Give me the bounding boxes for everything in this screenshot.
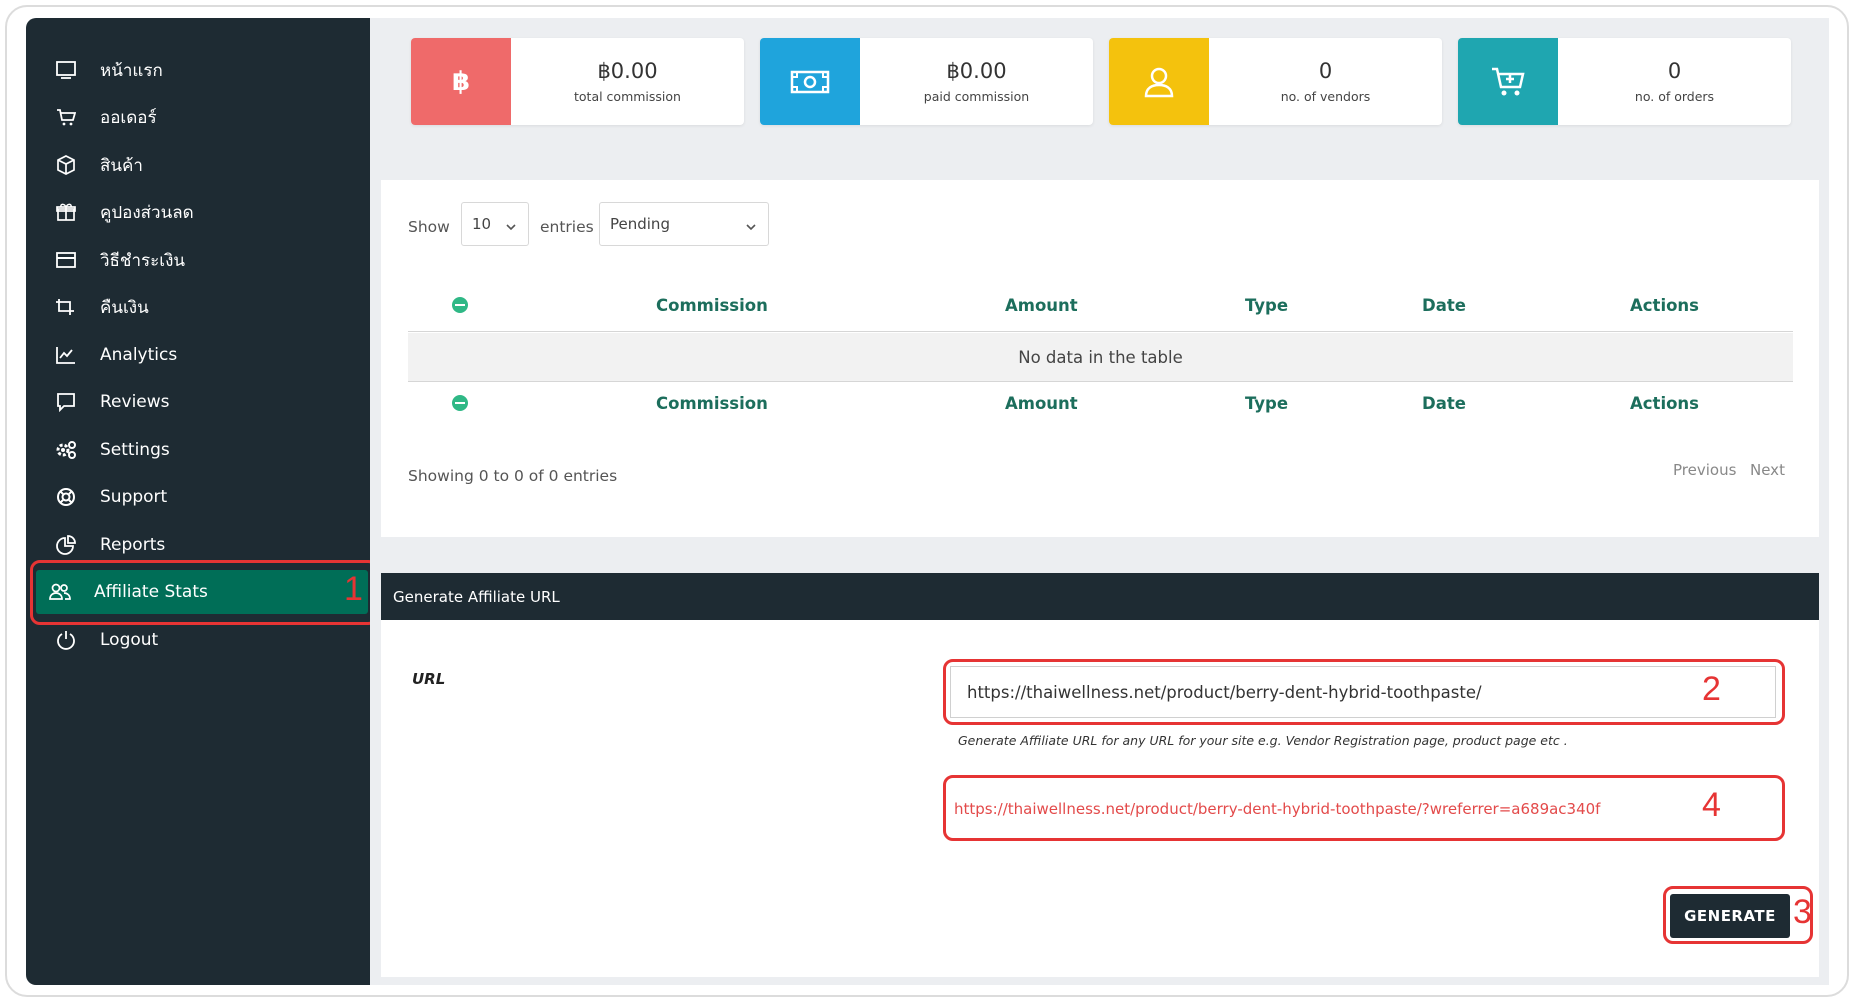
sidebar-item-label: Reviews <box>100 392 170 412</box>
comment-icon <box>52 388 80 416</box>
column-footer-type: Type <box>1245 394 1289 413</box>
stat-label: no. of vendors <box>1280 89 1371 104</box>
annotation-number-4: 4 <box>1702 786 1721 824</box>
annotation-number-1: 1 <box>344 570 363 608</box>
sidebar-item-label: สินค้า <box>100 155 143 176</box>
column-header-date[interactable]: Date <box>1422 296 1466 315</box>
sidebar-item-orders[interactable]: ออเดอร์ <box>46 95 366 139</box>
column-footer-commission: Commission <box>656 394 768 413</box>
expand-dot-icon <box>451 296 469 318</box>
cart-add-icon <box>1458 38 1558 125</box>
stat-value: 0 <box>1318 59 1333 83</box>
refund-icon <box>52 293 80 321</box>
url-label: URL <box>412 670 446 688</box>
sidebar-item-products[interactable]: สินค้า <box>46 143 366 187</box>
credit-card-icon <box>52 246 80 274</box>
cart-icon <box>52 103 80 131</box>
show-label: Show <box>408 218 450 236</box>
column-header-type[interactable]: Type <box>1245 296 1288 315</box>
column-header-commission[interactable]: Commission <box>656 296 768 315</box>
sidebar-item-support[interactable]: Support <box>46 475 366 519</box>
expand-dot-icon <box>451 394 469 416</box>
chevron-down-icon <box>506 217 516 235</box>
url-hint: Generate Affiliate URL for any URL for y… <box>958 733 1568 748</box>
stat-card-vendors: 0 no. of vendors <box>1109 38 1442 125</box>
sidebar-item-reviews[interactable]: Reviews <box>46 380 366 424</box>
sidebar-item-home[interactable]: หน้าแรก <box>46 48 366 92</box>
sidebar-item-label: Settings <box>100 440 170 460</box>
stat-value: ฿0.00 <box>946 59 1007 83</box>
column-header-amount[interactable]: Amount <box>1005 296 1078 315</box>
sidebar-item-settings[interactable]: Settings <box>46 428 366 472</box>
chevron-down-icon <box>746 217 756 235</box>
sidebar-item-coupons[interactable]: คูปองส่วนลด <box>46 190 366 234</box>
lifebuoy-icon <box>52 483 80 511</box>
affiliate-section-header: Generate Affiliate URL <box>381 573 1819 620</box>
sidebar-item-label: หน้าแรก <box>100 60 163 81</box>
sidebar-item-label: Support <box>100 487 168 507</box>
annotation-box-2 <box>943 659 1785 725</box>
stat-card-paid-commission: ฿0.00 paid commission <box>760 38 1093 125</box>
table-header-row <box>408 282 1793 332</box>
sidebar-item-label: วิธีชำระเงิน <box>100 250 185 271</box>
annotation-number-3: 3 <box>1793 893 1812 931</box>
stat-card-total-commission: ฿ ฿0.00 total commission <box>411 38 744 125</box>
stat-value: 0 <box>1667 59 1682 83</box>
sidebar-item-label: คูปองส่วนลด <box>100 202 194 223</box>
sidebar-item-label: ออเดอร์ <box>100 107 157 128</box>
annotation-box-4 <box>943 775 1785 841</box>
entries-value: 10 <box>472 215 492 233</box>
gift-icon <box>52 198 80 226</box>
entries-label: entries <box>540 218 594 236</box>
column-footer-date: Date <box>1422 394 1466 413</box>
stat-label: no. of orders <box>1634 89 1715 104</box>
sidebar-item-label: Analytics <box>100 345 178 365</box>
sidebar-item-analytics[interactable]: Analytics <box>46 333 366 377</box>
stat-card-orders: 0 no. of orders <box>1458 38 1791 125</box>
box-icon <box>52 151 80 179</box>
pie-icon <box>52 531 80 559</box>
sidebar-item-label: คืนเงิน <box>100 297 149 318</box>
column-footer-actions: Actions <box>1630 394 1699 413</box>
entries-select[interactable]: 10 <box>461 202 529 246</box>
power-icon <box>52 626 80 654</box>
table-empty-row: No data in the table <box>408 333 1793 382</box>
sidebar-item-payment[interactable]: วิธีชำระเงิน <box>46 238 366 282</box>
annotation-box-3 <box>1663 886 1813 944</box>
sidebar: หน้าแรก ออเดอร์ สินค้า คูปองส่วนลด วิธีช… <box>26 18 370 985</box>
chart-icon <box>52 341 80 369</box>
sidebar-item-label: Logout <box>100 630 159 650</box>
baht-icon: ฿ <box>411 38 511 125</box>
money-icon <box>760 38 860 125</box>
table-info: Showing 0 to 0 of 0 entries <box>408 467 618 485</box>
stat-label: paid commission <box>923 89 1030 104</box>
annotation-number-2: 2 <box>1702 670 1721 708</box>
stat-value: ฿0.00 <box>597 59 658 83</box>
sidebar-item-refunds[interactable]: คืนเงิน <box>46 285 366 329</box>
status-filter-select[interactable]: Pending <box>599 202 769 246</box>
gears-icon <box>52 436 80 464</box>
monitor-icon <box>52 56 80 84</box>
pagination-previous[interactable]: Previous <box>1673 461 1736 479</box>
pagination-next[interactable]: Next <box>1750 461 1785 479</box>
annotation-box-1 <box>30 560 378 625</box>
column-header-actions[interactable]: Actions <box>1630 296 1699 315</box>
user-icon <box>1109 38 1209 125</box>
sidebar-item-label: Reports <box>100 535 166 555</box>
status-filter-value: Pending <box>610 215 670 233</box>
stat-label: total commission <box>574 89 681 104</box>
column-footer-amount: Amount <box>1005 394 1078 413</box>
